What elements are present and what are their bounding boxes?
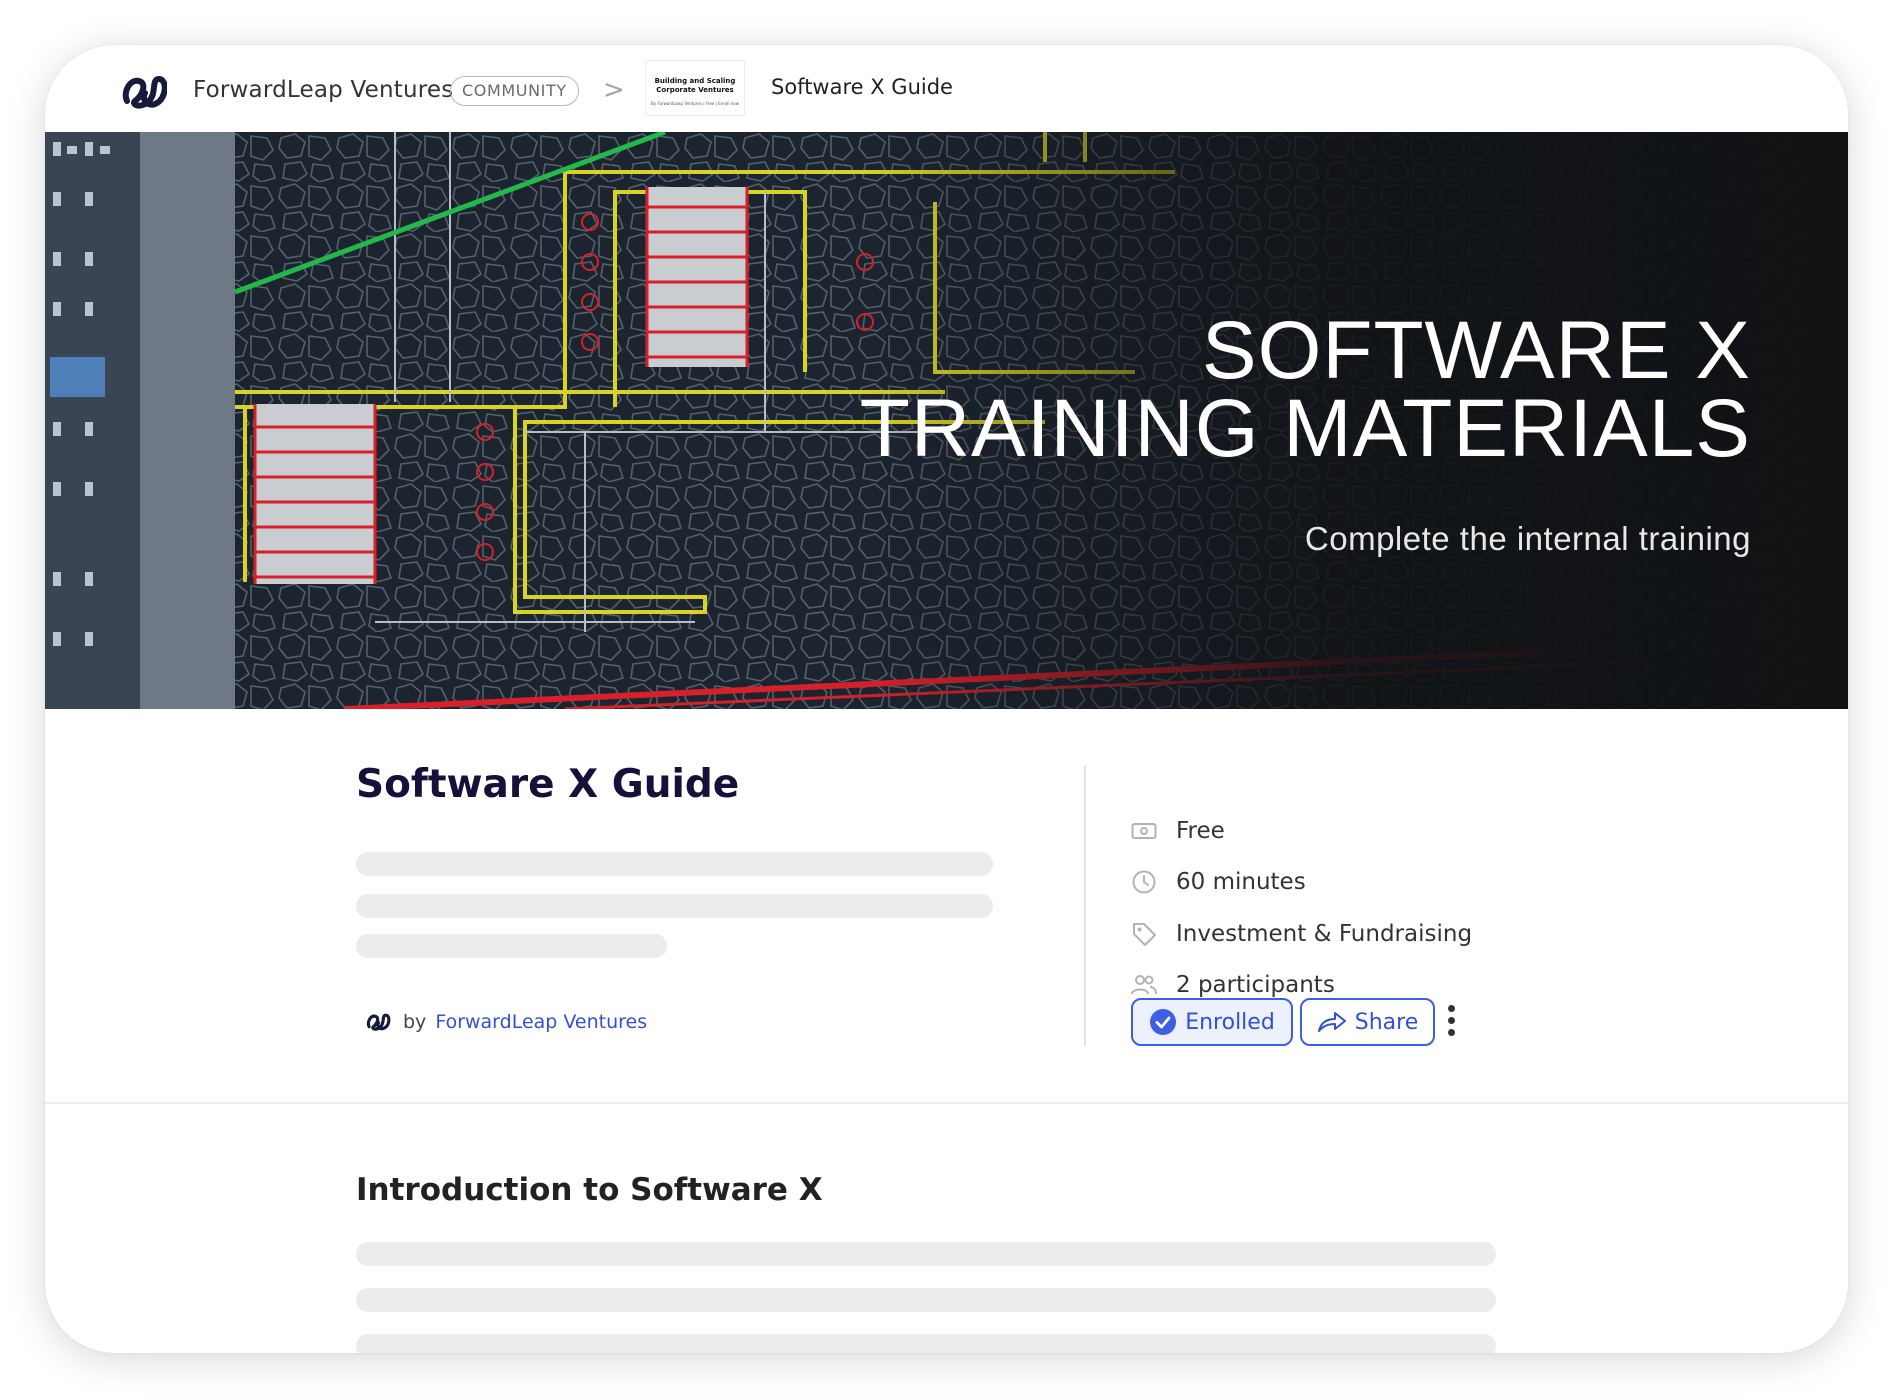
tag-icon [1130,920,1158,948]
section-placeholder-line [356,1242,1496,1266]
description-placeholder-line [356,852,993,876]
meta-price-text: Free [1176,818,1225,844]
course-title: Software X Guide [356,762,740,807]
section-placeholder-line [356,1288,1496,1312]
meta-duration-text: 60 minutes [1176,869,1306,895]
meta-duration: 60 minutes [1130,867,1306,897]
column-divider [1084,766,1086,1046]
author-link[interactable]: ForwardLeap Ventures [435,1011,647,1033]
share-button-label: Share [1354,1009,1419,1035]
check-circle-icon [1150,1009,1177,1035]
brand-name[interactable]: ForwardLeap Ventures [193,77,453,103]
course-author: by ForwardLeap Ventures [365,1007,647,1037]
community-badge: COMMUNITY [450,76,579,106]
brand-logo-icon[interactable] [121,71,167,113]
hero-banner: SOFTWARE X TRAINING MATERIALS Complete t… [45,132,1848,709]
enrolled-button-label: Enrolled [1185,1009,1275,1035]
hero-subtitle: Complete the internal training [1304,520,1751,557]
thumbnail-caption: By ForwardLeap Ventures | Free | Enroll … [650,101,740,106]
meta-price: Free [1130,816,1225,846]
thumbnail-title: Building and Scaling Corporate Ventures [654,77,736,94]
description-placeholder-line [356,934,667,958]
hero-title-line-1: SOFTWARE X [1201,305,1751,396]
cash-icon [1130,817,1158,845]
hero-title: SOFTWARE X TRAINING MATERIALS [859,305,1751,474]
share-arrow-icon [1317,1012,1346,1032]
course-thumbnail[interactable]: Building and Scaling Corporate Ventures … [645,60,745,116]
meta-participants-text: 2 participants [1176,972,1335,998]
author-logo-icon [366,1013,391,1031]
section-placeholder-line [356,1334,1496,1353]
share-button[interactable]: Share [1300,998,1435,1046]
hero-title-line-2: TRAINING MATERIALS [859,383,1751,474]
author-by-label: by [403,1011,427,1033]
section-divider [45,1102,1848,1104]
meta-category-text: Investment & Fundraising [1176,921,1473,947]
enrolled-button[interactable]: Enrolled [1131,998,1293,1046]
meta-participants: 2 participants [1130,970,1335,1000]
kebab-menu-icon[interactable] [1445,1005,1457,1041]
section-title: Introduction to Software X [356,1172,823,1208]
top-bar: ForwardLeap Ventures COMMUNITY > Buildin… [45,45,1848,132]
breadcrumb-current: Software X Guide [771,75,953,99]
app-window: ForwardLeap Ventures COMMUNITY > Buildin… [45,45,1848,1353]
meta-category: Investment & Fundraising [1130,919,1472,949]
description-placeholder-line [356,894,993,918]
people-icon [1130,971,1158,999]
breadcrumb-separator-icon: > [603,75,625,105]
clock-icon [1130,868,1158,896]
